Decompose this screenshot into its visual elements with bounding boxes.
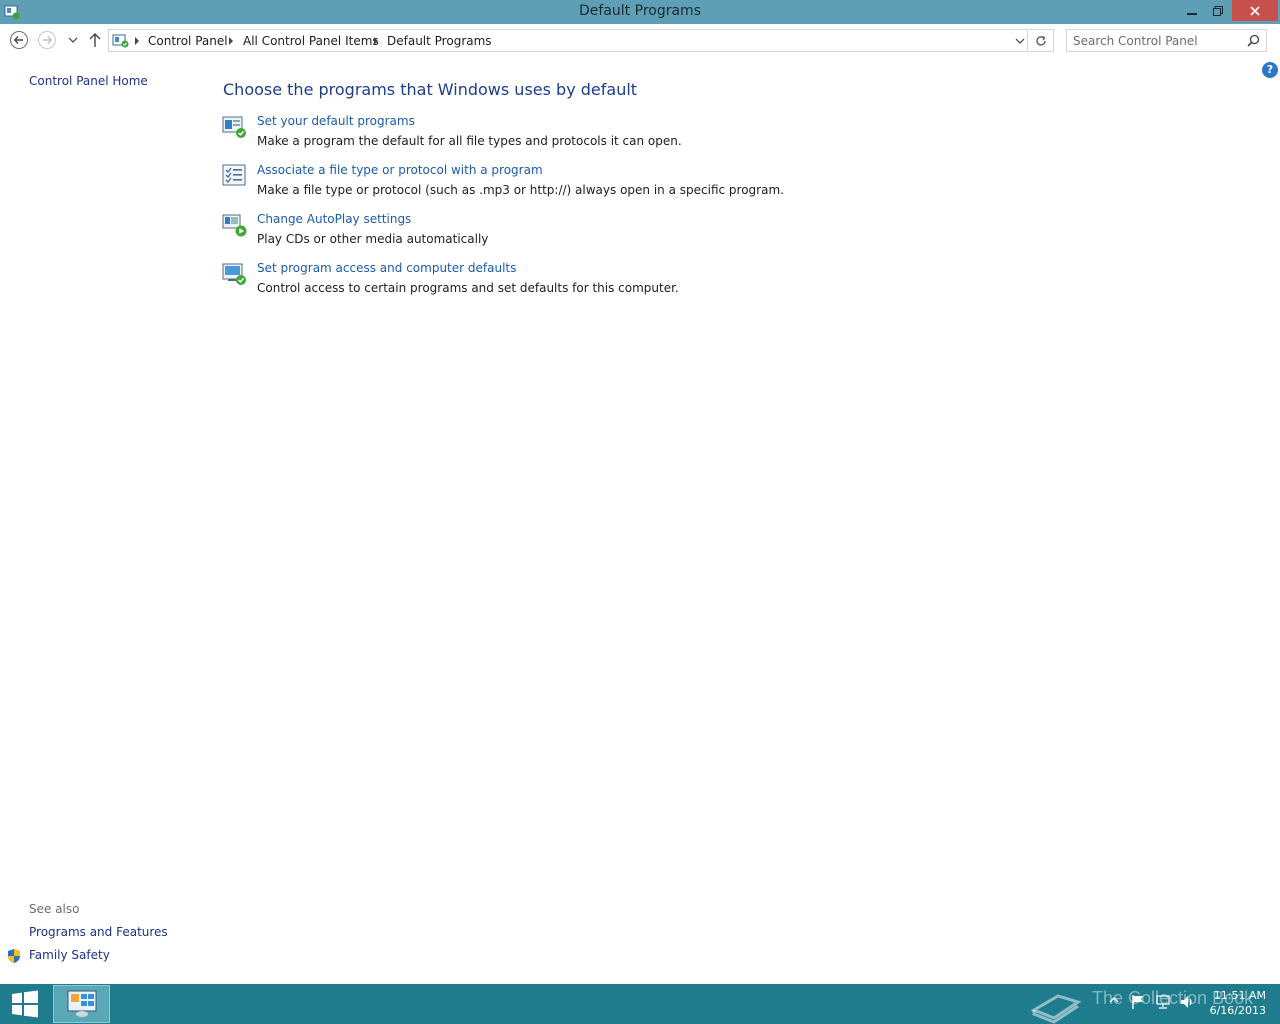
task-item: Set program access and computer defaults… [222,261,822,307]
address-history-dropdown[interactable] [1012,29,1028,52]
clock-date: 6/16/2013 [1209,1004,1266,1017]
close-button[interactable] [1232,0,1278,21]
family-safety-link[interactable]: Family Safety [29,948,110,962]
restore-button[interactable] [1206,0,1230,21]
autoplay-icon [222,212,248,238]
shield-icon [7,948,21,967]
watermark-book-icon [1030,984,1082,1024]
default-programs-icon [222,114,248,140]
breadcrumb-separator-icon[interactable] [374,37,378,45]
task-item: Associate a file type or protocol with a… [222,163,822,209]
network-icon[interactable] [1156,994,1170,1013]
back-button[interactable] [9,30,29,50]
clock-time: 11:51 AM [1213,989,1266,1002]
file-association-icon [222,163,248,189]
show-hidden-icons-icon[interactable] [1108,994,1120,1009]
task-description: Make a file type or protocol (such as .m… [257,183,784,197]
task-item: Change AutoPlay settings Play CDs or oth… [222,212,822,258]
breadcrumb-default-programs[interactable]: Default Programs [387,34,492,48]
set-default-programs-link[interactable]: Set your default programs [257,114,415,128]
breadcrumb-separator-icon[interactable] [229,37,233,45]
control-panel-icon [112,33,130,52]
search-box[interactable] [1066,29,1267,52]
see-also-label: See also [29,902,80,916]
system-clock[interactable]: 11:51 AM 6/16/2013 [1200,988,1266,1018]
help-icon[interactable]: ? [1262,62,1278,78]
search-input[interactable] [1073,33,1243,49]
page-title: Choose the programs that Windows uses by… [223,80,638,99]
search-icon[interactable] [1247,34,1260,50]
control-panel-home-link[interactable]: Control Panel Home [29,74,148,88]
action-center-flag-icon[interactable] [1131,994,1145,1013]
task-description: Play CDs or other media automatically [257,232,489,246]
recent-pages-dropdown[interactable] [63,30,83,50]
address-bar[interactable]: Control Panel All Control Panel Items De… [108,29,1028,52]
breadcrumb-all-control-panel-items[interactable]: All Control Panel Items [243,34,379,48]
forward-button[interactable] [37,30,57,50]
task-description: Control access to certain programs and s… [257,281,679,295]
program-access-icon [222,261,248,287]
windows-start-icon[interactable] [10,990,40,1018]
up-button[interactable] [85,30,105,50]
task-item: Set your default programs Make a program… [222,114,822,160]
programs-and-features-link[interactable]: Programs and Features [29,925,168,939]
minimize-button[interactable] [1180,0,1204,21]
breadcrumb-control-panel[interactable]: Control Panel [148,34,228,48]
taskbar: The Collection Book 11:51 AM 6/16/2013 [0,984,1280,1024]
taskbar-control-panel-button[interactable] [53,985,110,1023]
title-bar: Default Programs [0,0,1280,24]
window-title: Default Programs [579,3,701,19]
associate-file-type-link[interactable]: Associate a file type or protocol with a… [257,163,543,177]
task-description: Make a program the default for all file … [257,134,682,148]
volume-icon[interactable] [1179,994,1195,1013]
control-panel-taskbar-icon [65,988,99,1021]
refresh-button[interactable] [1029,29,1054,52]
change-autoplay-settings-link[interactable]: Change AutoPlay settings [257,212,411,226]
breadcrumb-separator-icon[interactable] [135,37,139,45]
set-program-access-link[interactable]: Set program access and computer defaults [257,261,516,275]
